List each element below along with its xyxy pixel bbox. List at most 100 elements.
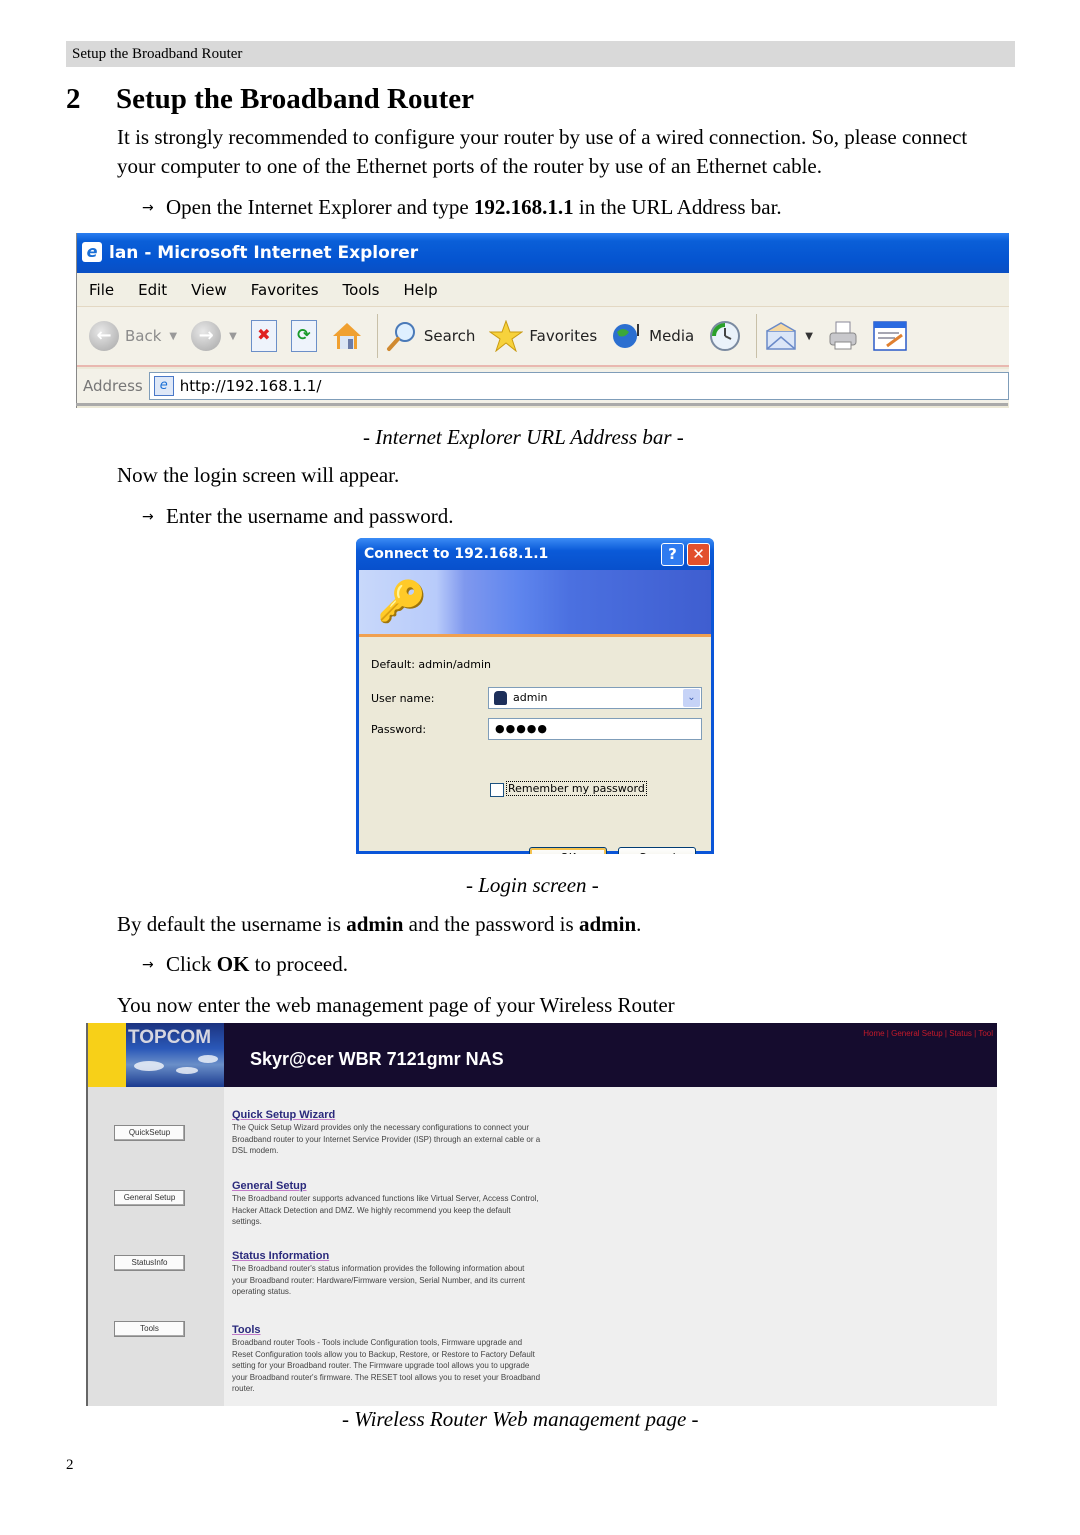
star-icon xyxy=(489,320,524,352)
cancel-button[interactable]: Cancel xyxy=(618,847,696,854)
ie-menu-bar: File Edit View Favorites Tools Help xyxy=(77,273,1009,307)
forward-arrow-icon: → xyxy=(191,321,222,351)
statusinfo-button[interactable]: StatusInfo xyxy=(114,1255,185,1271)
web-management-paragraph: You now enter the web management page of… xyxy=(117,993,675,1017)
ie-window-title: lan - Microsoft Internet Explorer xyxy=(109,243,419,263)
tools-button[interactable]: Tools xyxy=(114,1321,185,1337)
ie-title-bar: e lan - Microsoft Internet Explorer xyxy=(77,233,1009,273)
menu-tools[interactable]: Tools xyxy=(343,281,380,299)
stop-button[interactable]: ✖ xyxy=(250,320,277,352)
password-label: Password: xyxy=(371,723,427,736)
menu-edit[interactable]: Edit xyxy=(138,281,167,299)
forward-dropdown-icon[interactable]: ▼ xyxy=(229,331,237,342)
forward-button[interactable]: → ▼ xyxy=(191,321,237,351)
menu-file[interactable]: File xyxy=(89,281,114,299)
router-sidebar: QuickSetup General Setup StatusInfo Tool… xyxy=(88,1087,224,1406)
general-setup-button[interactable]: General Setup xyxy=(114,1190,185,1206)
search-button[interactable]: Search xyxy=(386,320,475,352)
address-value: http://192.168.1.1/ xyxy=(179,377,322,395)
chevron-down-icon[interactable]: ⌄ xyxy=(683,689,700,707)
page-number: 2 xyxy=(66,1457,74,1473)
edit-page-icon xyxy=(873,321,907,351)
nav-general-setup[interactable]: General Setup xyxy=(891,1029,943,1038)
router-main-content: Quick Setup Wizard The Quick Setup Wizar… xyxy=(232,1087,997,1406)
dialog-title-bar: Connect to 192.168.1.1 ? ✕ xyxy=(356,538,714,570)
history-icon xyxy=(710,321,741,351)
quick-setup-wizard-link[interactable]: Quick Setup Wizard xyxy=(232,1109,542,1121)
arrow-icon: → xyxy=(142,200,154,216)
default-credentials-paragraph: By default the username is admin and the… xyxy=(117,912,642,936)
nav-tool[interactable]: Tool xyxy=(978,1029,993,1038)
keys-icon: 🔑 xyxy=(377,579,427,625)
remember-password-label[interactable]: Remember my password xyxy=(506,781,647,796)
printer-icon xyxy=(829,321,857,350)
help-icon[interactable]: ? xyxy=(661,543,684,566)
status-information-link[interactable]: Status Information xyxy=(232,1250,542,1262)
section-heading: 2 Setup the Broadband Router xyxy=(66,80,474,118)
username-label: User name: xyxy=(371,692,435,705)
address-input[interactable]: e http://192.168.1.1/ xyxy=(148,372,1009,400)
username-combobox[interactable]: admin ⌄ xyxy=(488,687,702,709)
quicksetup-button[interactable]: QuickSetup xyxy=(114,1125,185,1141)
close-icon[interactable]: ✕ xyxy=(687,543,710,566)
step-enter-credentials: → Enter the username and password. xyxy=(142,502,454,531)
product-name: Skyr@cer WBR 7121gmr NAS xyxy=(250,1049,504,1069)
ie-logo-icon: e xyxy=(82,242,102,262)
section-status-information: Status Information The Broadband router'… xyxy=(232,1250,542,1298)
back-button[interactable]: ← Back ▼ xyxy=(89,321,177,351)
print-button[interactable] xyxy=(827,320,859,352)
username-value: admin xyxy=(513,691,548,704)
arrow-icon: → xyxy=(142,509,154,525)
mail-button[interactable]: ▼ xyxy=(765,321,813,351)
mail-dropdown-icon[interactable]: ▼ xyxy=(805,331,813,342)
step-click-ok: → Click OK to proceed. xyxy=(142,950,348,979)
tools-link[interactable]: Tools xyxy=(232,1324,542,1336)
refresh-icon: ⟳ xyxy=(290,320,317,352)
login-dialog: Connect to 192.168.1.1 ? ✕ 🔑 Default: ad… xyxy=(356,538,714,854)
default-credentials-text: Default: admin/admin xyxy=(371,658,492,671)
arrow-icon: → xyxy=(142,957,154,973)
stop-icon: ✖ xyxy=(250,320,277,352)
section-general-setup: General Setup The Broadband router suppo… xyxy=(232,1180,542,1228)
general-setup-link[interactable]: General Setup xyxy=(232,1180,542,1192)
brand-name: TOPCOM xyxy=(128,1027,212,1048)
home-icon xyxy=(332,323,361,349)
yellow-bar xyxy=(88,1023,126,1087)
menu-favorites[interactable]: Favorites xyxy=(251,281,319,299)
ip-address: 192.168.1.1 xyxy=(473,195,574,219)
edit-button[interactable] xyxy=(873,321,907,351)
caption-web-management: - Wireless Router Web management page - xyxy=(342,1407,699,1431)
router-management-page: TOPCOM Skyr@cer WBR 7121gmr NAS Home | G… xyxy=(86,1023,997,1406)
search-icon xyxy=(386,322,415,351)
home-button[interactable] xyxy=(331,320,363,352)
remember-password-checkbox[interactable] xyxy=(490,783,504,797)
nav-status[interactable]: Status xyxy=(949,1029,972,1038)
nav-home[interactable]: Home xyxy=(863,1029,884,1038)
topcom-logo: TOPCOM xyxy=(126,1023,224,1087)
history-button[interactable] xyxy=(708,319,742,353)
toolbar-separator xyxy=(756,314,758,358)
favorites-button[interactable]: Favorites xyxy=(489,320,597,352)
ie-toolbar: ← Back ▼ → ▼ ✖ ⟳ Search Favorites Media … xyxy=(77,307,1009,367)
intro-paragraph: It is strongly recommended to configure … xyxy=(117,125,968,178)
dialog-banner: 🔑 xyxy=(359,570,711,637)
back-dropdown-icon[interactable]: ▼ xyxy=(169,331,177,342)
refresh-button[interactable]: ⟳ xyxy=(290,320,317,352)
back-arrow-icon: ← xyxy=(89,321,119,351)
toolbar-separator xyxy=(376,314,378,358)
dialog-title: Connect to 192.168.1.1 xyxy=(364,546,549,562)
page-icon: e xyxy=(153,376,174,396)
ie-window: e lan - Microsoft Internet Explorer File… xyxy=(76,233,1009,408)
caption-login-screen: - Login screen - xyxy=(466,873,599,897)
menu-help[interactable]: Help xyxy=(404,281,438,299)
section-title: Setup the Broadband Router xyxy=(116,83,474,115)
media-globe-icon xyxy=(613,324,640,348)
dialog-body: 🔑 Default: admin/admin User name: admin … xyxy=(359,570,711,854)
address-label: Address xyxy=(83,377,143,395)
caption-ie-address-bar: - Internet Explorer URL Address bar - xyxy=(363,425,684,449)
password-input[interactable]: ●●●●● xyxy=(488,718,702,740)
media-button[interactable]: Media xyxy=(611,320,694,352)
step-open-ie: → Open the Internet Explorer and type 192… xyxy=(142,193,782,222)
running-header: Setup the Broadband Router xyxy=(66,41,1015,67)
menu-view[interactable]: View xyxy=(191,281,227,299)
